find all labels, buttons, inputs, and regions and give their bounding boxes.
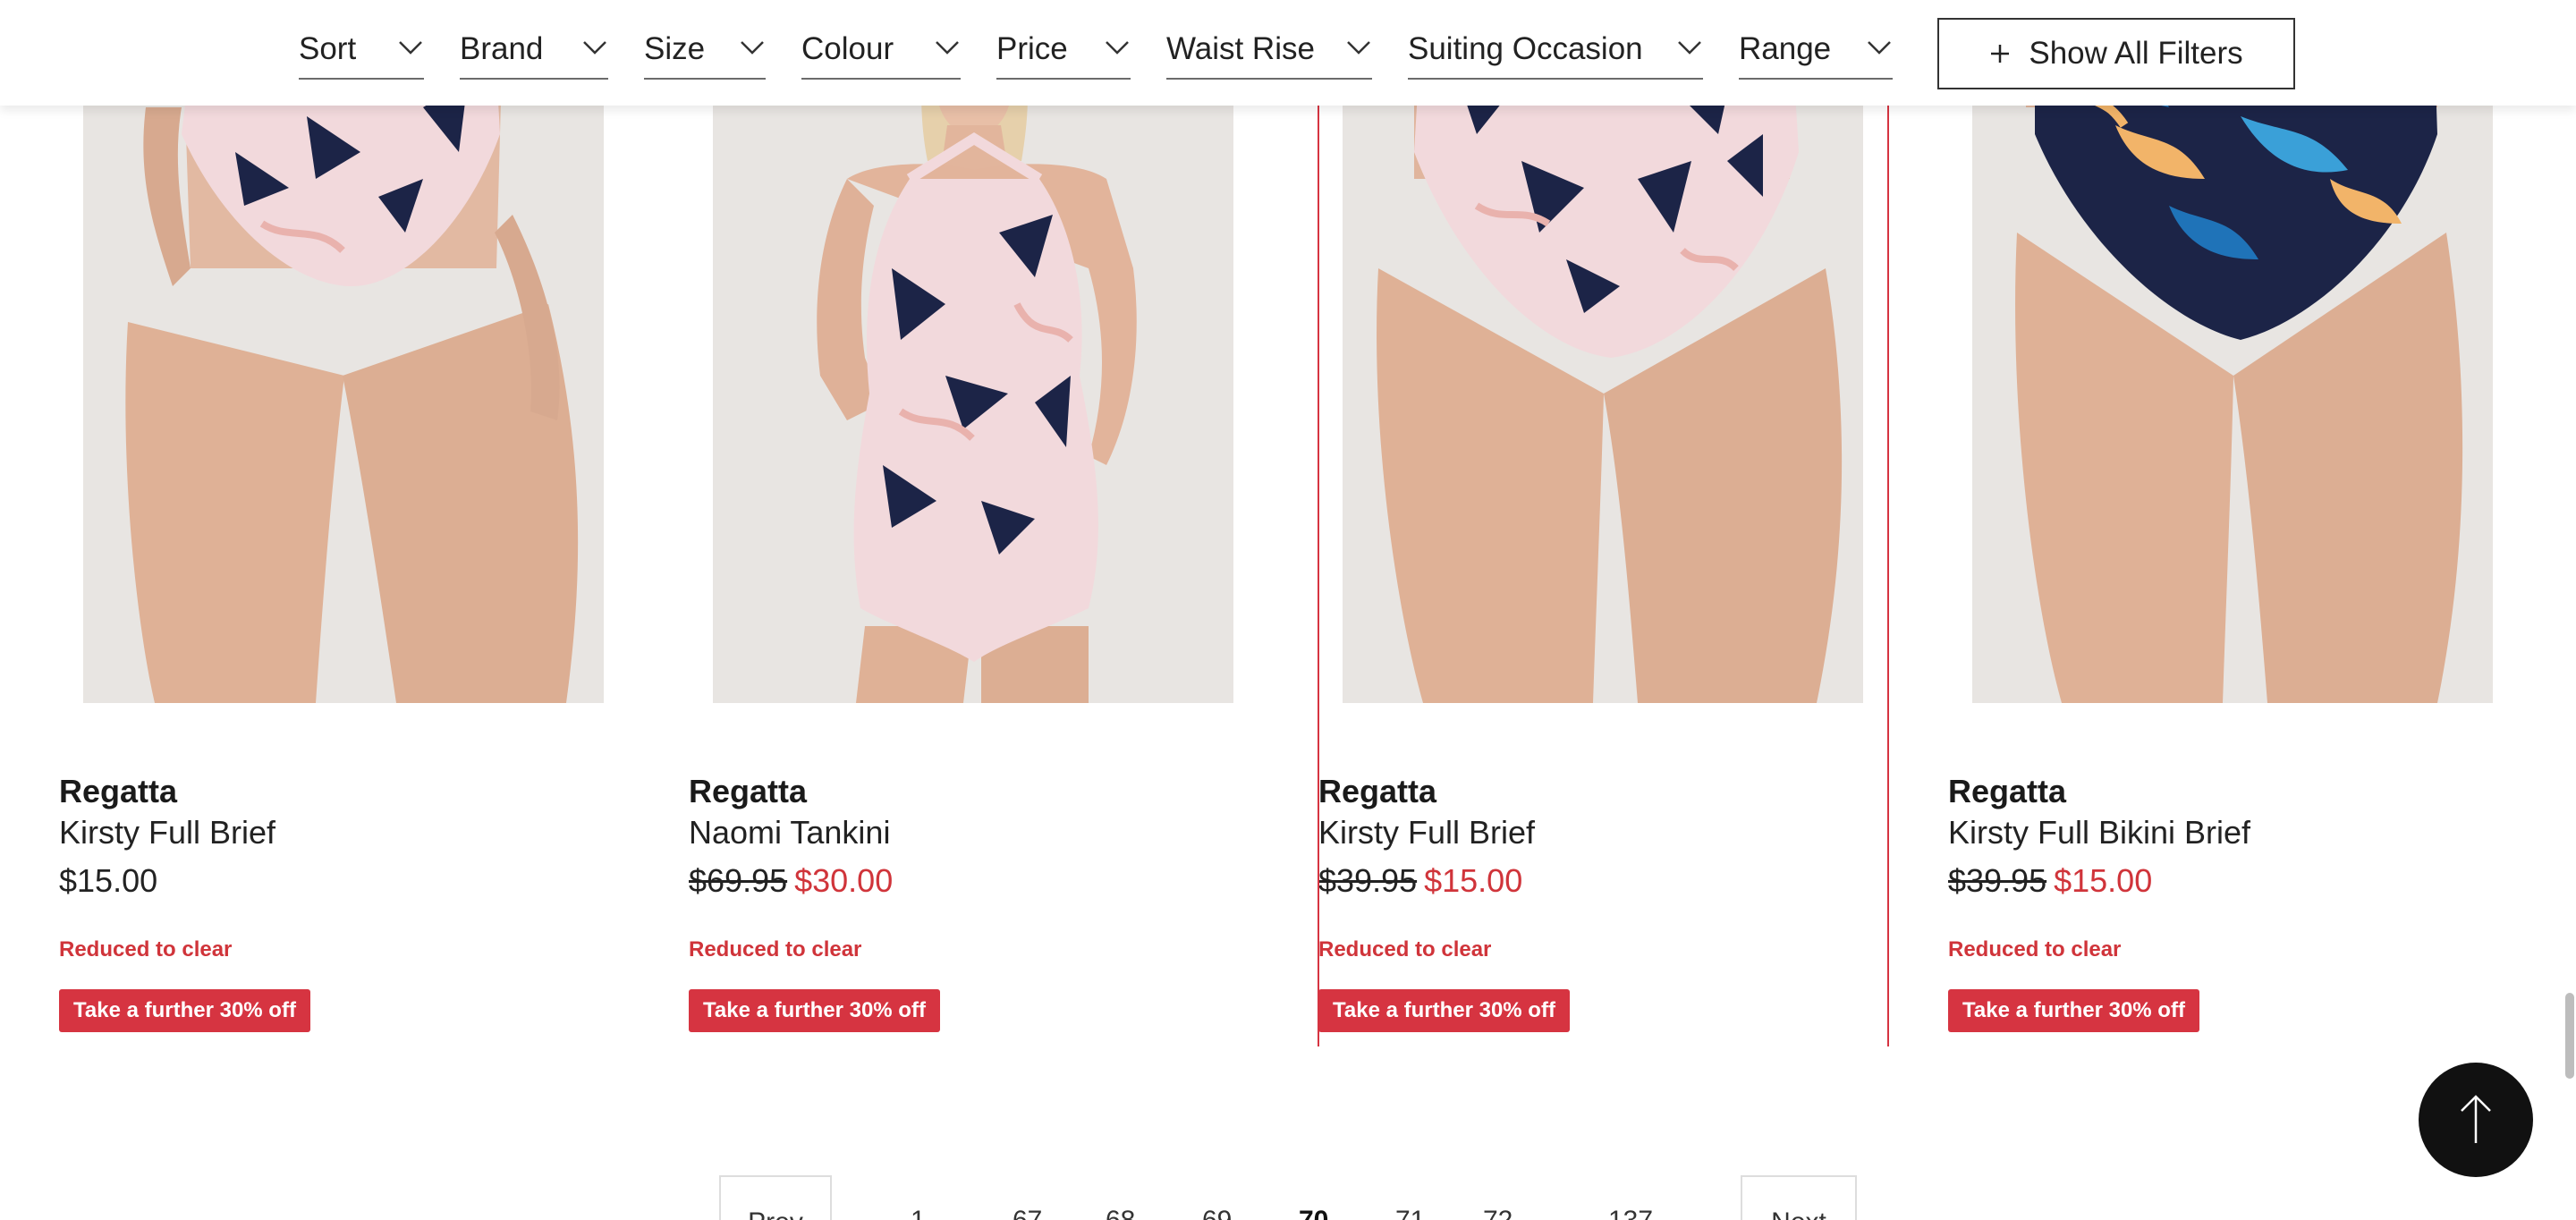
page-link-68[interactable]: 68 bbox=[1106, 1206, 1135, 1220]
current-price: $15.00 bbox=[59, 862, 158, 899]
promo-badge: Take a further 30% off bbox=[689, 989, 940, 1032]
filter-size[interactable]: Size bbox=[644, 20, 766, 80]
product-name[interactable]: Kirsty Full Bikini Brief bbox=[1948, 814, 2250, 851]
show-all-filters-label: Show All Filters bbox=[2029, 36, 2243, 71]
reduced-label: Reduced to clear bbox=[1318, 937, 1492, 962]
page-link-67[interactable]: 67 bbox=[1013, 1206, 1042, 1220]
filter-label: Suiting Occasion bbox=[1408, 30, 1643, 66]
product-brand: Regatta bbox=[1948, 773, 2067, 809]
original-price: $69.95 bbox=[689, 862, 788, 899]
plus-icon bbox=[1991, 45, 2010, 63]
filter-label: Colour bbox=[801, 30, 894, 66]
product-name[interactable]: Naomi Tankini bbox=[689, 814, 890, 851]
reduced-label: Reduced to clear bbox=[59, 937, 233, 962]
chevron-down-icon bbox=[1678, 40, 1701, 55]
pagination: Prev 1 ... 67 68 69 70 71 72 ... 137 Nex… bbox=[0, 1175, 2576, 1220]
page-ellipsis: ... bbox=[1558, 1206, 1580, 1220]
page-scrollbar-thumb[interactable] bbox=[2565, 993, 2574, 1079]
back-to-top-button[interactable] bbox=[2419, 1063, 2533, 1177]
filter-label: Waist Rise bbox=[1166, 30, 1315, 66]
promo-badge: Take a further 30% off bbox=[1318, 989, 1570, 1032]
chevron-down-icon bbox=[399, 40, 422, 55]
next-page-button[interactable]: Next bbox=[1741, 1175, 1857, 1220]
reduced-label: Reduced to clear bbox=[689, 937, 862, 962]
filter-label: Range bbox=[1739, 30, 1832, 66]
page-current-70[interactable]: 70 bbox=[1299, 1206, 1328, 1220]
filter-label: Size bbox=[644, 30, 706, 66]
sale-price: $30.00 bbox=[794, 862, 894, 899]
promo-badge: Take a further 30% off bbox=[59, 989, 310, 1032]
page-link-69[interactable]: 69 bbox=[1202, 1206, 1232, 1220]
page-link-1[interactable]: 1 bbox=[911, 1206, 926, 1220]
filter-brand[interactable]: Brand bbox=[460, 20, 608, 80]
filter-label: Brand bbox=[460, 30, 544, 66]
chevron-down-icon bbox=[583, 40, 606, 55]
product-brand: Regatta bbox=[1318, 773, 1437, 809]
filter-colour[interactable]: Colour bbox=[801, 20, 961, 80]
chevron-down-icon bbox=[741, 40, 764, 55]
chevron-down-icon bbox=[936, 40, 959, 55]
sale-price: $15.00 bbox=[1424, 862, 1523, 899]
product-name[interactable]: Kirsty Full Brief bbox=[1318, 814, 1535, 851]
chevron-down-icon bbox=[1347, 40, 1370, 55]
product-brand: Regatta bbox=[59, 773, 178, 809]
prev-page-button[interactable]: Prev bbox=[719, 1175, 832, 1220]
filter-suiting-occasion[interactable]: Suiting Occasion bbox=[1408, 20, 1703, 80]
chevron-down-icon bbox=[1868, 40, 1891, 55]
show-all-filters-button[interactable]: Show All Filters bbox=[1937, 18, 2295, 89]
filter-waist-rise[interactable]: Waist Rise bbox=[1166, 20, 1372, 80]
sale-price: $15.00 bbox=[2054, 862, 2153, 899]
filter-label: Sort bbox=[299, 30, 357, 66]
page-link-71[interactable]: 71 bbox=[1395, 1206, 1425, 1220]
original-price: $39.95 bbox=[1318, 862, 1418, 899]
filter-bar: Sort Brand Size Colour Price Waist Rise … bbox=[0, 0, 2576, 106]
filter-label: Price bbox=[996, 30, 1068, 66]
arrow-up-icon bbox=[2461, 1095, 2491, 1143]
product-price: $39.95 $15.00 bbox=[1948, 862, 2152, 900]
product-price: $39.95 $15.00 bbox=[1318, 862, 1522, 900]
filter-range[interactable]: Range bbox=[1739, 20, 1893, 80]
product-name[interactable]: Kirsty Full Brief bbox=[59, 814, 275, 851]
original-price: $39.95 bbox=[1948, 862, 2047, 899]
reduced-label: Reduced to clear bbox=[1948, 937, 2122, 962]
product-price: $69.95 $30.00 bbox=[689, 862, 893, 900]
promo-badge: Take a further 30% off bbox=[1948, 989, 2199, 1032]
page-ellipsis: ... bbox=[950, 1206, 972, 1220]
filter-sort[interactable]: Sort bbox=[299, 20, 424, 80]
chevron-down-icon bbox=[1106, 40, 1129, 55]
product-brand: Regatta bbox=[689, 773, 808, 809]
page-link-137[interactable]: 137 bbox=[1608, 1206, 1653, 1220]
filter-price[interactable]: Price bbox=[996, 20, 1131, 80]
page-link-72[interactable]: 72 bbox=[1483, 1206, 1513, 1220]
product-price: $15.00 bbox=[59, 862, 157, 900]
